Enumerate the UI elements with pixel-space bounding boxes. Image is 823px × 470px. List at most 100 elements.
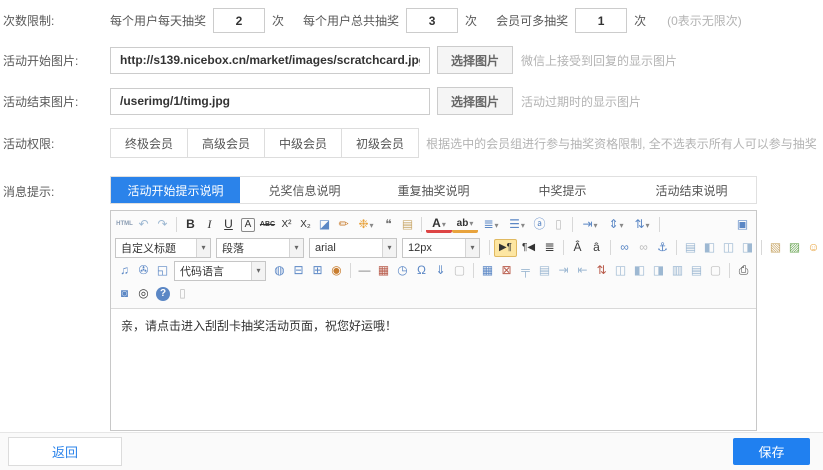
end-image-pick-button[interactable]: 选择图片 (437, 87, 513, 115)
time-icon[interactable]: ◷ (393, 262, 412, 280)
redo-icon[interactable]: ↷ (153, 216, 172, 234)
start-image-pick-button[interactable]: 选择图片 (437, 46, 513, 74)
save-button[interactable]: 保存 (733, 438, 810, 465)
subscript-icon[interactable]: X₂ (296, 216, 315, 234)
remove-format-icon[interactable]: ◪ (315, 216, 334, 234)
date-icon[interactable]: ▦ (374, 262, 393, 280)
end-image-url-input[interactable] (110, 88, 430, 115)
tab-repeat-draw-note[interactable]: 重复抽奖说明 (369, 177, 498, 203)
underline-icon[interactable]: U (219, 216, 238, 234)
tab-activity-end-note[interactable]: 活动结束说明 (627, 177, 756, 203)
start-image-label: 活动开始图片: (3, 52, 110, 69)
daily-draws-input[interactable] (213, 8, 265, 33)
font-family-select[interactable]: arial ▾ (309, 238, 397, 258)
toolbar-row-2: 自定义标题 ▾ 段落 ▾ arial ▾ 12px ▾ (115, 236, 752, 259)
source-code-icon[interactable]: HTML (115, 216, 134, 234)
split-rows-icon[interactable]: ▥ (668, 262, 687, 280)
permissions-row: 活动权限: 终极会员高级会员中级会员初级会员 根据选中的会员组进行参与抽奖资格限… (3, 128, 823, 158)
insert-anchor-icon[interactable]: ⓐ (530, 216, 549, 234)
start-image-url-input[interactable] (110, 47, 430, 74)
insert-code-icon[interactable]: ◱ (153, 262, 172, 280)
unlink-icon[interactable]: ∞ (634, 239, 653, 257)
upload-image-icon[interactable]: ▨ (785, 239, 804, 257)
find-replace-icon[interactable]: ◎ (134, 285, 153, 303)
format-painter-icon[interactable]: ✏ (334, 216, 353, 234)
paragraph-format-select[interactable]: 段落 ▾ (216, 238, 304, 258)
member-extra-draws-input[interactable] (575, 8, 627, 33)
code-language-select[interactable]: 代码语言 ▾ (174, 261, 266, 281)
snapshot-icon[interactable]: ◉ (327, 262, 346, 280)
doc-template-icon[interactable]: ▢ (706, 262, 725, 280)
member-junior-button[interactable]: 初级会员 (341, 128, 419, 158)
ordered-list-icon[interactable]: ≣ (478, 216, 504, 234)
print-icon[interactable]: ⎙ (734, 262, 753, 280)
merge-down-icon[interactable]: ⇤ (573, 262, 592, 280)
unordered-list-icon[interactable]: ☰ (504, 216, 530, 234)
tab-activity-start-note[interactable]: 活动开始提示说明 (111, 177, 240, 203)
back-button[interactable]: 返回 (8, 437, 122, 466)
member-intermediate-button[interactable]: 中级会员 (264, 128, 342, 158)
horizontal-rule-icon[interactable]: — (355, 262, 374, 280)
insert-image-icon[interactable]: ▧ (766, 239, 785, 257)
special-chars-icon[interactable]: Ω (412, 262, 431, 280)
link-icon[interactable]: ∞ (615, 239, 634, 257)
table-caption-icon[interactable]: ╤ (516, 262, 535, 280)
total-draws-input[interactable] (406, 8, 458, 33)
bold-icon[interactable]: B (181, 216, 200, 234)
paragraph-format-icon[interactable]: ≣ (540, 239, 559, 257)
attachment-icon[interactable]: ✇ (134, 262, 153, 280)
insert-row-icon[interactable]: ◫ (611, 262, 630, 280)
highlight-color-icon[interactable]: ab (452, 217, 478, 233)
merge-cells-icon[interactable]: ◨ (649, 262, 668, 280)
char-border-icon[interactable]: A (241, 218, 255, 232)
emotion-icon[interactable]: ☺ (804, 239, 823, 257)
split-cell-icon[interactable]: ⇅ (592, 262, 611, 280)
paste-plain-icon[interactable]: ▤ (398, 216, 417, 234)
paragraph-spacing-icon[interactable]: ⇕ (603, 216, 629, 234)
delete-table-icon[interactable]: ⊠ (497, 262, 516, 280)
image-transfer-icon[interactable]: ⇓ (431, 262, 450, 280)
anchor-icon[interactable]: ⚓ (653, 239, 672, 257)
separator (610, 240, 611, 255)
member-ultimate-button[interactable]: 终极会员 (110, 128, 188, 158)
insert-table-icon[interactable]: ▦ (478, 262, 497, 280)
help-icon[interactable]: ? (156, 287, 170, 301)
paste-icon[interactable]: ▯ (173, 285, 192, 303)
tab-win-notice[interactable]: 中奖提示 (498, 177, 627, 203)
custom-title-value: 自定义标题 (116, 240, 196, 256)
map-icon[interactable]: ◍ (270, 262, 289, 280)
undo-icon[interactable]: ↶ (134, 216, 153, 234)
custom-title-select[interactable]: 自定义标题 ▾ (115, 238, 211, 258)
pagebreak-icon[interactable]: ⊟ (289, 262, 308, 280)
image-align-center-icon[interactable]: ◫ (719, 239, 738, 257)
rtl-icon[interactable]: ¶◀ (517, 239, 540, 257)
preview-screen-icon[interactable]: ▣ (733, 216, 752, 234)
editor-content[interactable]: 亲，请点击进入刮刮卡抽奖活动页面，祝您好运哦！ (111, 309, 756, 430)
line-height-icon[interactable]: ⇅ (629, 216, 655, 234)
superscript-icon[interactable]: X² (277, 216, 296, 234)
clear-doc-icon[interactable]: ▯ (549, 216, 568, 234)
table-title-row-icon[interactable]: ▤ (535, 262, 554, 280)
italic-icon[interactable]: I (200, 216, 219, 234)
indent-icon[interactable]: ⇥ (577, 216, 603, 234)
font-color-icon[interactable]: A (426, 217, 452, 233)
lowercase-icon[interactable]: â (587, 239, 606, 257)
music-icon[interactable]: ♫ (115, 262, 134, 280)
uppercase-icon[interactable]: Â (568, 239, 587, 257)
tab-redeem-info[interactable]: 兑奖信息说明 (240, 177, 369, 203)
auto-typeset-icon[interactable]: ❉ (353, 216, 379, 234)
insert-col-icon[interactable]: ◧ (630, 262, 649, 280)
merge-right-icon[interactable]: ⇥ (554, 262, 573, 280)
member-senior-button[interactable]: 高级会员 (187, 128, 265, 158)
split-cols-icon[interactable]: ▤ (687, 262, 706, 280)
font-size-select[interactable]: 12px ▾ (402, 238, 480, 258)
iframe-icon[interactable]: ⊞ (308, 262, 327, 280)
form-icon[interactable]: ▢ (450, 262, 469, 280)
ltr-icon[interactable]: ▶¶ (494, 239, 517, 257)
image-align-right-icon[interactable]: ◨ (738, 239, 757, 257)
blockquote-icon[interactable]: ❝ (379, 216, 398, 234)
image-align-default-icon[interactable]: ▤ (681, 239, 700, 257)
search-preview-icon[interactable]: ◙ (115, 285, 134, 303)
image-align-left-icon[interactable]: ◧ (700, 239, 719, 257)
strikethrough-icon[interactable]: ABC (258, 216, 277, 234)
